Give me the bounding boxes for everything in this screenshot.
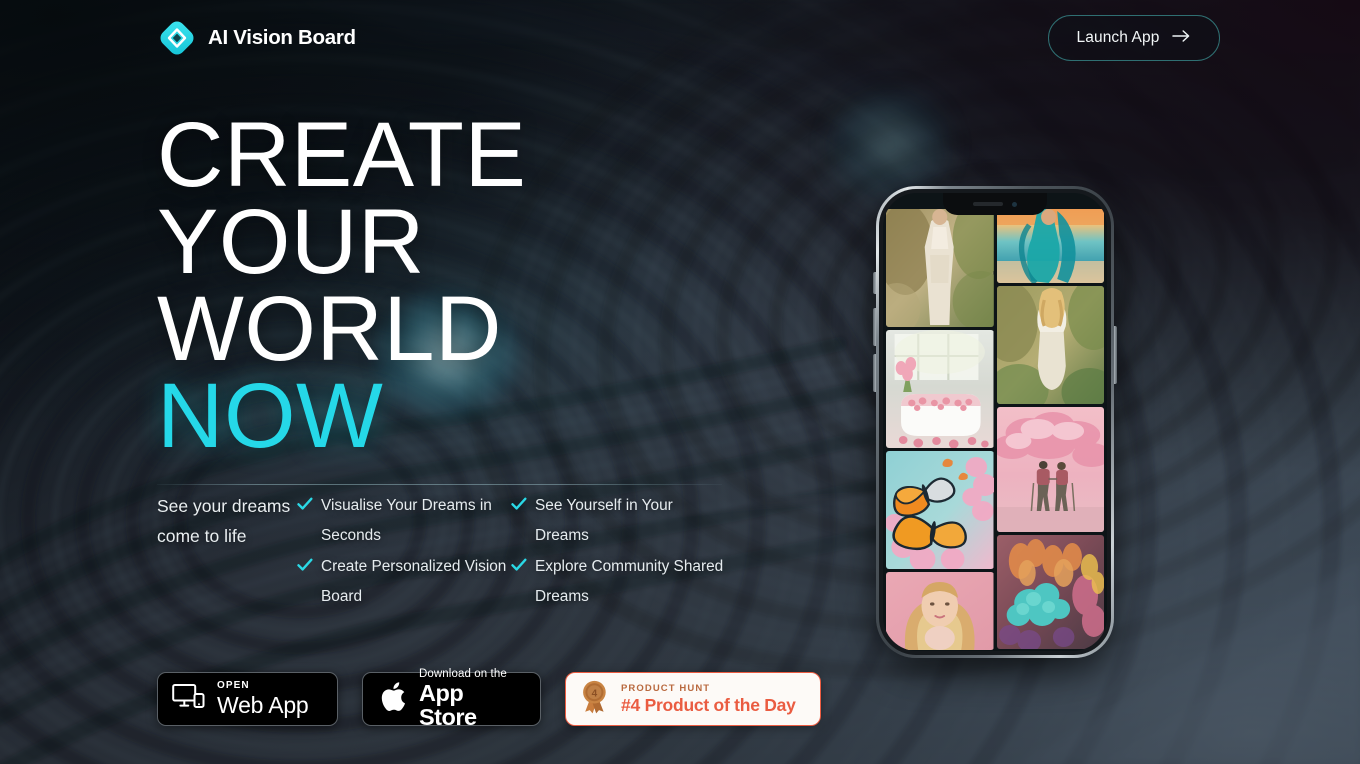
phone-screen xyxy=(883,193,1107,651)
tile-woman-walking-green-hills[interactable] xyxy=(996,286,1104,404)
app-store-button[interactable]: Download on the App Store xyxy=(362,668,541,729)
product-hunt-text: PRODUCT HUNT #4 Product of the Day xyxy=(621,682,796,715)
power-button[interactable] xyxy=(1114,326,1117,384)
feature-label: Explore Community Shared Dreams xyxy=(535,558,724,605)
brand-logo[interactable]: AI Vision Board xyxy=(158,19,356,57)
section-divider xyxy=(157,484,722,485)
launch-app-label: Launch App xyxy=(1076,29,1160,46)
web-app-text: OPEN Web App xyxy=(217,681,309,717)
feature-tagline: See your dreams come to life xyxy=(157,496,291,546)
apple-logo-icon xyxy=(378,679,407,719)
brand-name: AI Vision Board xyxy=(208,26,356,49)
gallery-column-left xyxy=(886,209,994,650)
tile-teal-dress-on-beach[interactable] xyxy=(996,209,1104,283)
check-icon xyxy=(511,552,527,577)
product-hunt-kicker: PRODUCT HUNT xyxy=(621,682,711,694)
app-store-kicker: Download on the xyxy=(419,667,507,680)
check-icon xyxy=(511,491,527,516)
iphone-mockup xyxy=(858,186,1132,674)
app-store-text: Download on the App Store xyxy=(419,667,525,730)
tile-blonde-woman-portrait-pink[interactable] xyxy=(886,572,994,650)
speaker-grille-icon xyxy=(973,202,1003,206)
check-icon xyxy=(297,491,313,516)
monitor-phone-icon xyxy=(172,683,205,715)
product-hunt-badge[interactable]: 4 PRODUCT HUNT #4 Product of the Day xyxy=(565,672,821,726)
headline-accent: NOW xyxy=(157,364,384,467)
launch-app-button[interactable]: Launch App xyxy=(1048,15,1220,61)
feature-item: See Yourself in Your Dreams xyxy=(511,491,725,551)
feature-item: Explore Community Shared Dreams xyxy=(511,552,725,612)
vision-board-gallery xyxy=(883,209,1107,651)
tile-bathtub-with-pink-tulips[interactable] xyxy=(886,330,994,448)
phone-notch xyxy=(943,193,1047,215)
diamond-logo-icon xyxy=(158,19,196,57)
download-badges: OPEN Web App Download on the App Store 4… xyxy=(157,668,821,729)
feature-item: Create Personalized Vision Board xyxy=(297,552,511,612)
feature-column-2: See Yourself in Your Dreams Explore Comm… xyxy=(511,491,725,613)
medal-icon: 4 xyxy=(579,679,610,720)
volume-down-button[interactable] xyxy=(873,354,876,392)
phone-frame xyxy=(873,186,1117,658)
feature-item: Visualise Your Dreams in Seconds xyxy=(297,491,511,551)
medal-rank: 4 xyxy=(592,688,598,699)
feature-label: See Yourself in Your Dreams xyxy=(535,497,673,544)
web-app-title: Web App xyxy=(217,692,309,718)
gallery-column-right xyxy=(996,209,1104,649)
headline-line-2: YOUR xyxy=(157,190,425,293)
tile-woman-in-white-jumpsuit-canyon[interactable] xyxy=(886,209,994,327)
volume-up-button[interactable] xyxy=(873,308,876,346)
tile-orange-butterflies-blossom[interactable] xyxy=(886,451,994,569)
tile-colorful-coral-reef[interactable] xyxy=(996,535,1104,649)
headline-line-1: CREATE xyxy=(157,104,527,206)
feature-list: See your dreams come to life Visualise Y… xyxy=(157,491,737,613)
page-header: AI Vision Board Launch App xyxy=(0,0,1360,76)
feature-label: Create Personalized Vision Board xyxy=(321,558,507,605)
landing-page: AI Vision Board Launch App CREATE YOUR W… xyxy=(0,0,1360,764)
app-store-title: App Store xyxy=(419,680,477,730)
product-hunt-title: #4 Product of the Day xyxy=(621,695,796,715)
feature-label: Visualise Your Dreams in Seconds xyxy=(321,497,492,544)
tile-couple-hiking-pink-clouds[interactable] xyxy=(996,407,1104,532)
front-camera-icon xyxy=(1012,201,1017,207)
headline-line-3: WORLD xyxy=(157,277,502,380)
silence-switch[interactable] xyxy=(873,272,876,294)
web-app-kicker: OPEN xyxy=(217,680,250,691)
open-web-app-button[interactable]: OPEN Web App xyxy=(157,672,338,726)
feature-column-1: Visualise Your Dreams in Seconds Create … xyxy=(297,491,511,613)
check-icon xyxy=(297,552,313,577)
phone-bezel xyxy=(879,189,1111,655)
hero-headline: CREATE YOUR WORLD NOW xyxy=(157,104,527,467)
arrow-right-icon xyxy=(1172,29,1191,48)
